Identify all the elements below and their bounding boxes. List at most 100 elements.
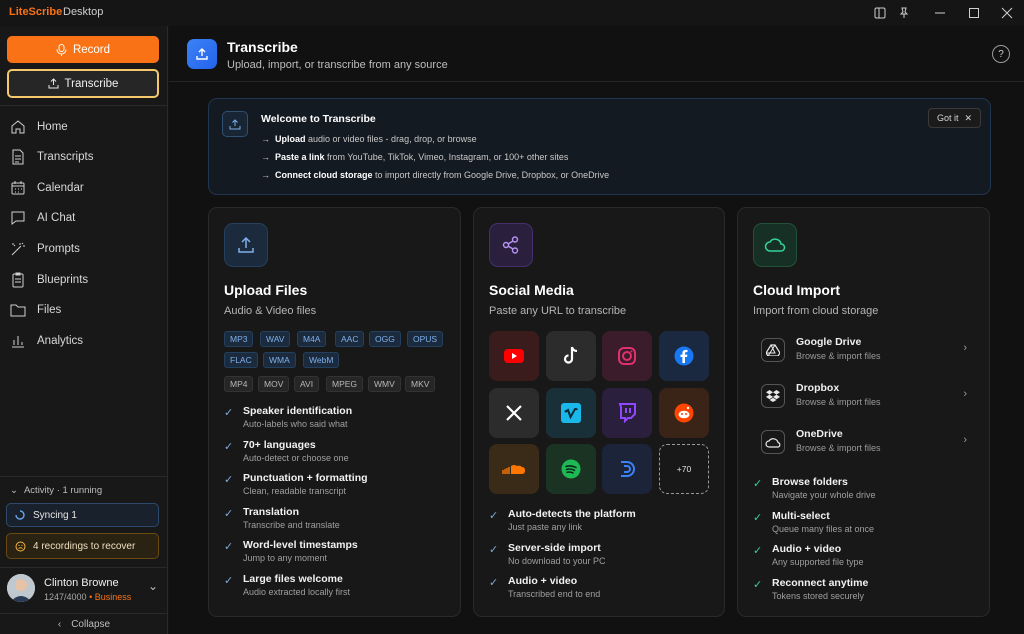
upload-icon [224, 223, 268, 267]
line-text: to import directly from Google Drive, Dr… [372, 170, 610, 180]
nav-analytics[interactable]: Analytics [10, 328, 160, 354]
line-bold: Upload [275, 134, 306, 144]
help-icon[interactable]: ? [992, 45, 1010, 63]
chevron-right-icon: › [963, 342, 967, 354]
nav-files[interactable]: Files [10, 297, 160, 323]
vimeo-icon[interactable] [546, 388, 596, 438]
feature-title: Auto-detects the platform [508, 508, 636, 520]
pin-icon[interactable] [894, 3, 914, 23]
format-tag: WMV [368, 376, 401, 392]
line-text: audio or video files - drag, drop, or br… [305, 134, 477, 144]
nav-ai-chat[interactable]: AI Chat [10, 205, 160, 231]
transcribe-button[interactable]: Transcribe [7, 69, 159, 98]
feature-sub: Audio extracted locally first [243, 587, 351, 597]
home-icon [11, 120, 25, 134]
provider-sub: Browse & import files [796, 397, 881, 407]
feature-sub: Clean, readable transcript [243, 486, 347, 497]
sidebar-toggle-icon[interactable] [870, 3, 890, 23]
activity-label: Activity · 1 running [23, 485, 103, 496]
feature-title: Audio + video [772, 543, 842, 556]
check-icon: ✓ [489, 510, 499, 522]
check-icon: ✓ [489, 577, 499, 589]
feature-title: Word-level timestamps [243, 539, 358, 552]
social-media-card[interactable]: Social Media Paste any URL to transcribe… [473, 207, 725, 617]
cloud-import-card[interactable]: Cloud Import Import from cloud storage G… [737, 207, 990, 617]
format-tag: AAC [335, 331, 365, 347]
nav-home[interactable]: Home [10, 114, 160, 140]
youtube-icon[interactable] [489, 331, 539, 381]
chevron-right-icon: › [963, 434, 967, 446]
feature-sub: Any supported file type [772, 557, 864, 568]
format-tag: FLAC [224, 352, 258, 368]
onedrive-row[interactable]: OneDrive Browse & import files › [753, 424, 973, 464]
user-name: Clinton Browne [44, 577, 119, 589]
recover-label: 4 recordings to recover [33, 540, 136, 552]
feature-sub: Auto-detect or choose one [243, 452, 349, 463]
format-tag: AVI [294, 376, 320, 392]
welcome-line: → Upload audio or video files - drag, dr… [261, 134, 477, 144]
nav-prompts[interactable]: Prompts [10, 236, 160, 262]
minimize-icon[interactable] [930, 3, 950, 23]
upload-icon [48, 78, 59, 89]
record-button[interactable]: Record [7, 36, 159, 63]
spotify-icon[interactable] [546, 444, 596, 494]
activity-toggle[interactable]: ⌄ Activity · 1 running [10, 485, 102, 496]
tiktok-icon[interactable] [546, 331, 596, 381]
bar-chart-icon [12, 336, 24, 348]
onedrive-icon [761, 430, 785, 454]
check-icon: ✓ [224, 440, 234, 453]
format-tag: OGG [369, 331, 401, 347]
facebook-icon[interactable] [659, 331, 709, 381]
page-subtitle: Upload, import, or transcribe from any s… [227, 59, 448, 71]
provider-name: OneDrive [796, 428, 843, 440]
recover-recordings-button[interactable]: 4 recordings to recover [6, 533, 159, 559]
app-brand: LiteScribe [9, 6, 63, 18]
arrow-icon: → [261, 152, 270, 162]
syncing-status[interactable]: Syncing 1 [6, 503, 159, 527]
twitch-icon[interactable] [602, 388, 652, 438]
divider [0, 105, 168, 106]
format-tag: MP4 [224, 376, 254, 392]
feature-title: Audio + video [508, 575, 578, 587]
welcome-banner: Welcome to Transcribe → Upload audio or … [208, 98, 991, 195]
feature-title: 70+ languages [243, 438, 316, 451]
soundcloud-icon[interactable] [489, 444, 539, 494]
check-icon: ✓ [753, 511, 763, 524]
nav-blueprints[interactable]: Blueprints [10, 267, 160, 293]
format-tag: WAV [260, 331, 291, 347]
provider-sub: Browse & import files [796, 443, 881, 453]
nav-transcripts[interactable]: Transcripts [10, 144, 160, 170]
format-tag: MOV [258, 376, 290, 392]
collapse-button[interactable]: ‹ Collapse [0, 614, 168, 634]
user-profile[interactable]: Clinton Browne 1247/4000 • Business ⌄ [0, 569, 168, 613]
nav-label: AI Chat [37, 212, 76, 224]
feature-sub: Transcribed end to end [508, 589, 601, 599]
nav-calendar[interactable]: Calendar [10, 175, 160, 201]
welcome-line: → Paste a link from YouTube, TikTok, Vim… [261, 152, 568, 162]
instagram-icon[interactable] [602, 331, 652, 381]
line-bold: Paste a link [275, 152, 325, 162]
calendar-icon [11, 181, 25, 195]
spinner-icon [15, 510, 25, 520]
more-platforms-button[interactable]: +70 [659, 444, 709, 494]
maximize-icon[interactable] [964, 3, 984, 23]
feature-title: Translation [243, 505, 300, 518]
format-tag: MKV [405, 376, 436, 392]
nav-label: Files [37, 304, 62, 316]
x-icon[interactable] [489, 388, 539, 438]
reddit-icon[interactable] [659, 388, 709, 438]
got-it-button[interactable]: Got it ✕ [927, 108, 981, 128]
dailymotion-icon[interactable] [602, 444, 652, 494]
check-icon: ✓ [224, 507, 234, 520]
google-drive-row[interactable]: Google Drive Browse & import files › [753, 332, 973, 372]
card-title: Social Media [489, 282, 574, 298]
check-icon: ✓ [224, 407, 234, 419]
feature-sub: Just paste any link [508, 522, 583, 532]
line-text: from YouTube, TikTok, Vimeo, Instagram, … [324, 152, 569, 162]
close-icon[interactable] [997, 3, 1017, 23]
format-tag: MPEG [326, 376, 364, 392]
upload-files-card[interactable]: Upload Files Audio & Video files MP3 WAV M… [208, 207, 461, 617]
card-subtitle: Paste any URL to transcribe [489, 305, 627, 317]
dropbox-row[interactable]: Dropbox Browse & import files › [753, 378, 973, 418]
line-bold: Connect cloud storage [275, 170, 373, 180]
